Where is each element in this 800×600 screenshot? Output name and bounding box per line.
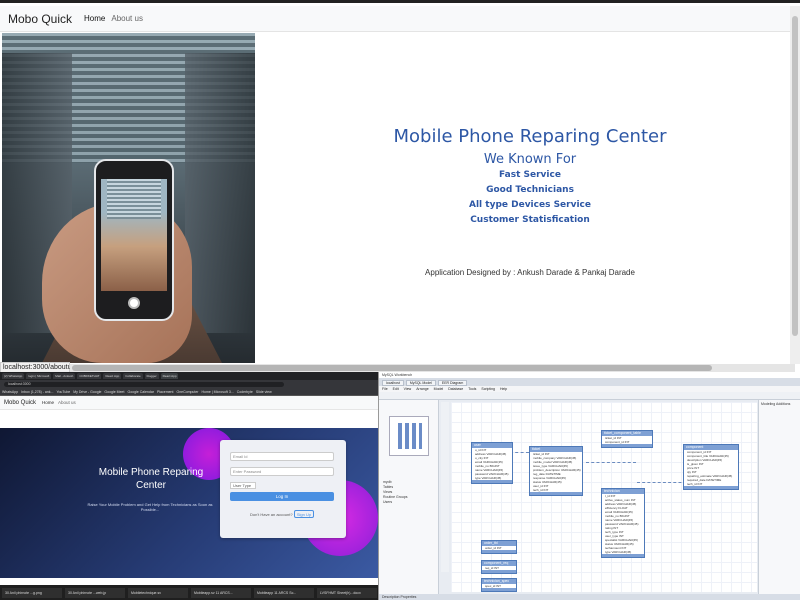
browser-tab[interactable]: Mail - Ankush	[53, 373, 76, 379]
url-field[interactable]: localhost:3000	[4, 381, 284, 387]
browser-tab[interactable]: Collaborate	[123, 373, 143, 379]
workbench-tabs: localhost MySQL Model EER Diagram	[379, 378, 800, 386]
menu-item[interactable]: Tools	[468, 386, 476, 392]
workbench-toolbar	[379, 392, 800, 400]
signup-question: Don't Have an account?	[250, 512, 293, 517]
er-table-component[interactable]: component component_id INT component_tit…	[683, 444, 739, 490]
er-table-ticket-component[interactable]: ticket_component_table ticket_id INT com…	[601, 430, 653, 448]
login-hero: Mobile Phone Reparing Center Raise Your …	[0, 428, 378, 578]
about-page-screenshot: Mobo Quick Home About us Mobile Phone Re…	[0, 0, 800, 373]
signup-button[interactable]: Sign Up	[294, 510, 314, 518]
browser-tab[interactable]: (2) WhatsApp	[2, 373, 25, 379]
download-item[interactable]: 30 Anil phirnote ...g.png	[2, 587, 62, 598]
er-table-technician[interactable]: technician t_id INT active_status_num IN…	[601, 488, 645, 558]
feature-item: Customer Statisfication	[470, 215, 590, 225]
menu-item[interactable]: View	[404, 386, 412, 392]
bookmark[interactable]: Coderbyte	[237, 390, 253, 394]
phone-image	[94, 159, 174, 321]
bookmark[interactable]: Home | Microsoft 3...	[201, 390, 233, 394]
modeling-additions-panel: Modeling Additions	[758, 400, 800, 600]
download-item[interactable]: Mobiletechnique.sv	[128, 587, 188, 598]
bookmark[interactable]: WhatsApp	[2, 390, 18, 394]
browser-tab-strip: (2) WhatsApp login | Microsoft Mail - An…	[0, 372, 378, 380]
feature-item: Fast Service	[499, 170, 561, 180]
menu-item[interactable]: Help	[500, 386, 507, 392]
er-table-technician-spec[interactable]: technician_spec spec_id INT	[481, 578, 517, 592]
feature-item: All type Devices Service	[469, 200, 591, 210]
hero-title: Mobile Phone Reparing Center	[98, 467, 204, 491]
address-bar: localhost:3000	[0, 380, 378, 388]
password-input[interactable]: Enter Password	[230, 467, 334, 476]
bookmark[interactable]: My Drive - Google	[73, 390, 101, 394]
navbar: Mobo Quick Home About us	[0, 6, 790, 32]
bookmark[interactable]: Placement	[157, 390, 174, 394]
browser-tab[interactable]: React App	[103, 373, 122, 379]
email-input[interactable]: Email Id	[230, 452, 334, 461]
catalog-tree: mydb Tables Views Routine Groups Users	[383, 480, 408, 505]
browser-tab[interactable]: blogger	[144, 373, 159, 379]
nav-home-link[interactable]: Home	[84, 14, 105, 23]
download-item[interactable]: Mobileapp.sv 11 ARCS...	[191, 587, 251, 598]
diagram-tools[interactable]	[441, 402, 449, 572]
bookmark[interactable]: Inbox (1,278) - ank...	[21, 390, 53, 394]
about-title: Mobile Phone Reparing Center	[393, 126, 667, 147]
login-card: Email Id Enter Password User Type Log In…	[220, 440, 346, 538]
site-nav-home[interactable]: Home	[42, 400, 54, 405]
er-table-ticket[interactable]: ticket ticket_id INT mobile_company VARC…	[529, 446, 583, 496]
bottom-tabs[interactable]: Description Properties	[379, 594, 800, 600]
menu-item[interactable]: Scripting	[481, 386, 495, 392]
phone-photo	[2, 33, 255, 363]
login-button[interactable]: Log In	[230, 492, 334, 501]
browser-tab[interactable]: CCBDKETHAT	[77, 373, 102, 379]
workbench-navigator-panel: mydb Tables Views Routine Groups Users	[379, 400, 439, 600]
browser-tab[interactable]: login | Microsoft	[26, 373, 52, 379]
diagram-thumbnail[interactable]	[389, 416, 429, 456]
menu-item[interactable]: Edit	[393, 386, 399, 392]
tree-item[interactable]: Users	[383, 500, 408, 505]
feature-item: Good Technicians	[486, 185, 574, 195]
menu-item[interactable]: Database	[448, 386, 463, 392]
download-item[interactable]: Mobileapp 11 ARCS Sc...	[254, 587, 314, 598]
er-table-order[interactable]: order_tbl order_id INT	[481, 540, 517, 554]
bookmark[interactable]: YouTube	[56, 390, 70, 394]
nav-about-link[interactable]: About us	[111, 14, 143, 23]
user-type-select[interactable]: User Type	[230, 482, 256, 489]
browser-login-screenshot: (2) WhatsApp login | Microsoft Mail - An…	[0, 372, 378, 600]
er-table-user[interactable]: user u_id INT address VARCHAR(45) u_city…	[471, 442, 513, 484]
menu-item[interactable]: Arrange	[416, 386, 428, 392]
eer-canvas[interactable]: user u_id INT address VARCHAR(45) u_city…	[451, 402, 757, 592]
browser-tab-active[interactable]: React App	[160, 373, 179, 379]
workbench-screenshot: MySQL Workbench localhost MySQL Model EE…	[378, 372, 800, 600]
site-brand[interactable]: Mobo Quick	[4, 400, 36, 406]
bookmark[interactable]: Google Calendar	[127, 390, 153, 394]
download-item[interactable]: 30 Anil phirnote ...web.jp	[65, 587, 125, 598]
site-navbar: Mobo Quick Home About us	[0, 396, 378, 410]
horizontal-scrollbar[interactable]	[70, 364, 795, 372]
bookmark[interactable]: Google Meet	[104, 390, 124, 394]
brand-logo[interactable]: Mobo Quick	[8, 12, 72, 26]
panel-label: Modeling Additions	[761, 402, 791, 406]
download-item[interactable]: LVSFHMT Sheet(h)...docx	[317, 587, 377, 598]
download-bar: 30 Anil phirnote ...g.png 30 Anil phirno…	[0, 585, 378, 600]
credits-text: Application Designed by : Ankush Darade …	[425, 268, 635, 277]
bookmarks-bar: WhatsApp Inbox (1,278) - ank... YouTube …	[0, 388, 378, 396]
vertical-scrollbar[interactable]	[790, 6, 800, 364]
bookmark[interactable]: Slide view	[256, 390, 272, 394]
bookmark[interactable]: OneComputer	[176, 390, 198, 394]
site-nav-about[interactable]: About us	[58, 400, 76, 405]
about-content: Mobile Phone Reparing Center We Known Fo…	[330, 125, 730, 228]
hero-subtitle: Raise Your Mobile Problem and Get Help f…	[87, 502, 213, 512]
er-table-component-req[interactable]: component_req req_id INT	[481, 560, 517, 574]
menu-item[interactable]: File	[382, 386, 388, 392]
menu-item[interactable]: Model	[434, 386, 444, 392]
about-subtitle: We Known For	[483, 152, 577, 167]
